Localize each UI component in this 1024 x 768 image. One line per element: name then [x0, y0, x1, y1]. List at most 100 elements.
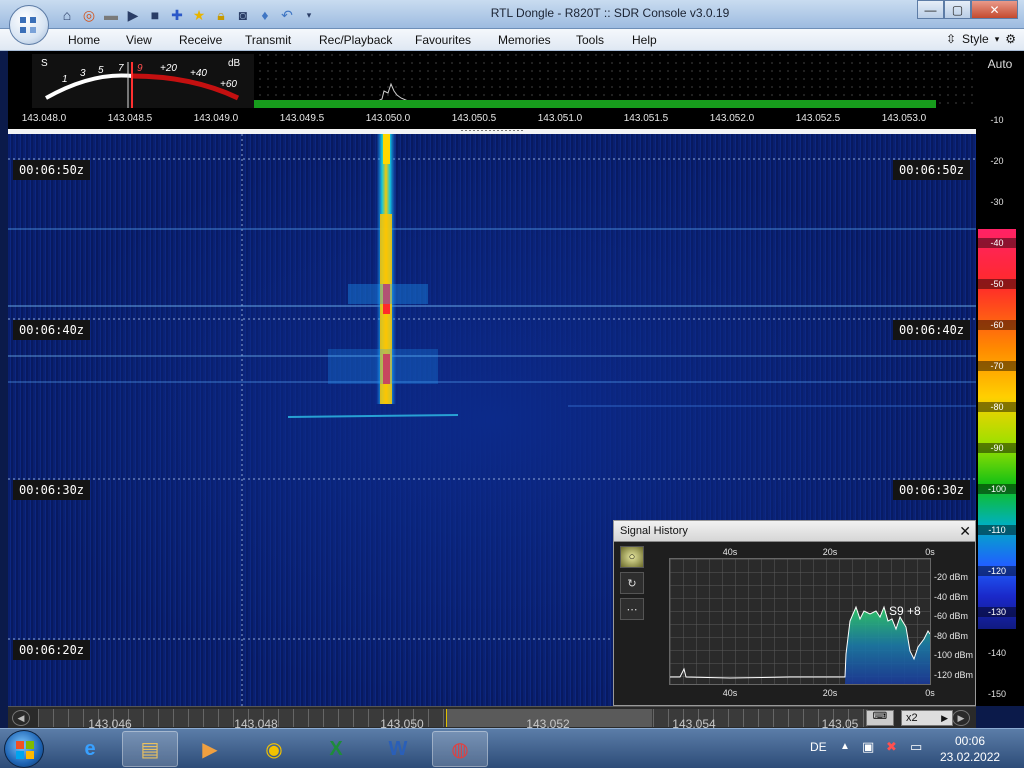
s-meter-tick: 7	[118, 63, 124, 74]
tray-network-icon[interactable]: ✖	[886, 739, 897, 755]
taskbar-chrome-icon[interactable]: ◉	[246, 731, 302, 767]
palette-db-label: -30	[990, 197, 1004, 207]
signal-history-title[interactable]: Signal History ✕	[614, 521, 975, 542]
s-meter-tick: 3	[80, 68, 86, 79]
lifebuoy-icon[interactable]: ◎	[80, 6, 98, 24]
scroll-left-icon[interactable]: ◀	[12, 710, 30, 726]
title-bar: ⌂ ◎ ▬ ▶ ■ ✚ ★ 🔒︎ ◙ ♦ ↶ ▾ RTL Dongle - R8…	[0, 0, 1024, 29]
freq-label: 143.051.5	[623, 113, 669, 124]
camera-icon[interactable]: ◙	[234, 6, 252, 24]
timestamp-left: 00:06:40z	[13, 320, 91, 340]
history-dbm-label: -60 dBm	[934, 611, 969, 621]
stop-icon[interactable]: ■	[146, 6, 164, 24]
spectrum-level-bar	[248, 100, 936, 108]
signal-history-graph	[670, 559, 931, 684]
menu-favourites[interactable]: Favourites	[415, 33, 471, 47]
palette-db-label: -20	[990, 156, 1004, 166]
tray-display-icon[interactable]: ▭	[910, 739, 922, 755]
freq-label: 143.049.5	[279, 113, 325, 124]
signal-history-close-icon[interactable]: ✕	[959, 523, 971, 540]
menu-transmit[interactable]: Transmit	[245, 33, 291, 47]
splitter-grip[interactable]	[460, 129, 524, 132]
menu-memories[interactable]: Memories	[498, 33, 551, 47]
home-icon[interactable]: ⌂	[58, 6, 76, 24]
signal-history-more-button[interactable]: ⋯	[620, 598, 644, 620]
timestamp-right: 00:06:30z	[893, 480, 971, 500]
signal-reading: S9 +8	[889, 604, 921, 618]
menu-recplayback[interactable]: Rec/Playback	[319, 33, 392, 47]
palette-db-label: -40	[978, 238, 1016, 248]
zoom-selector[interactable]: x2 ▶	[901, 710, 953, 726]
s-meter-tick: +60	[220, 79, 237, 90]
frequency-scale[interactable]: 143.048.0 143.048.5 143.049.0 143.049.5 …	[8, 109, 976, 129]
taskbar-word-icon[interactable]: W	[370, 731, 426, 767]
scroll-right-icon[interactable]: ▶	[952, 710, 970, 726]
quick-access-toolbar: ⌂ ◎ ▬ ▶ ■ ✚ ★ 🔒︎ ◙ ♦ ↶ ▾	[58, 5, 318, 25]
minimize-button[interactable]: —	[917, 0, 944, 19]
style-selector[interactable]: ⇳ Style ▾ ⚙	[946, 32, 1016, 46]
history-dbm-label: -80 dBm	[934, 631, 969, 641]
clock-date: 23.02.2022	[940, 750, 1001, 764]
s-meter-tick: +40	[190, 68, 207, 79]
palette-db-label: -60	[978, 320, 1016, 330]
freq-label: 143.048.0	[21, 113, 67, 124]
tray-device-icon[interactable]: ▣	[862, 739, 874, 755]
language-indicator[interactable]: DE	[810, 740, 827, 754]
palette-db-label: -80	[978, 402, 1016, 412]
folder-icon[interactable]: ▬	[102, 6, 120, 24]
history-time-label: 40s	[722, 547, 738, 557]
history-time-label: 20s	[822, 688, 838, 698]
signal-history-reset-button[interactable]: ↻	[620, 572, 644, 594]
menu-help[interactable]: Help	[632, 33, 657, 47]
menu-bar: Home View Receive Transmit Rec/Playback …	[0, 29, 1024, 51]
signal-history-plot	[669, 558, 931, 685]
application-menu-button[interactable]	[9, 5, 49, 45]
freq-label: 143.052.5	[795, 113, 841, 124]
freq-label: 143.050.5	[451, 113, 497, 124]
menu-home[interactable]: Home	[68, 33, 100, 47]
windows-flag-icon	[16, 741, 34, 759]
maximize-button[interactable]: ▢	[944, 0, 971, 19]
start-button[interactable]	[4, 730, 44, 768]
taskbar-sdr-console-icon[interactable]: ◍	[432, 731, 488, 767]
sdr-console-window: ⌂ ◎ ▬ ▶ ■ ✚ ★ 🔒︎ ◙ ♦ ↶ ▾ RTL Dongle - R8…	[0, 0, 1024, 768]
star-icon[interactable]: ★	[190, 6, 208, 24]
signal-history-panel: Signal History ✕ ○ ↻ ⋯ 40s 20s 0s -20 dB…	[613, 520, 976, 706]
palette-db-label: -140	[987, 648, 1006, 658]
qat-dropdown-icon[interactable]: ▾	[300, 6, 318, 24]
tray-expand-icon[interactable]: ▲	[840, 741, 850, 752]
window-controls: — ▢ ✕	[917, 0, 1018, 19]
taskbar-explorer-icon[interactable]: ▤	[122, 731, 178, 767]
settings-gear-icon[interactable]: ⚙	[1005, 32, 1016, 46]
keyboard-icon[interactable]: ⌨	[866, 710, 894, 726]
add-icon[interactable]: ✚	[168, 6, 186, 24]
s-meter-tick: 9	[137, 63, 143, 74]
auto-button[interactable]: Auto	[976, 57, 1024, 71]
system-clock[interactable]: 00:06 23.02.2022	[940, 733, 1000, 765]
palette-db-label: -110	[978, 525, 1016, 535]
close-button[interactable]: ✕	[971, 0, 1018, 19]
menu-tools[interactable]: Tools	[576, 33, 604, 47]
drop-icon[interactable]: ♦	[256, 6, 274, 24]
freq-label: 143.048.5	[107, 113, 153, 124]
palette-db-label: -70	[978, 361, 1016, 371]
play-icon[interactable]: ▶	[124, 6, 142, 24]
taskbar-media-player-icon[interactable]: ▶	[182, 731, 238, 767]
window-title: RTL Dongle - R820T :: SDR Console v3.0.1…	[490, 6, 730, 20]
style-dropdown-icon: ▾	[994, 33, 1000, 44]
taskbar-excel-icon[interactable]: X	[308, 731, 364, 767]
freq-label: 143.052.0	[709, 113, 755, 124]
taskbar-internet-explorer-icon[interactable]: e	[62, 731, 118, 767]
palette-db-label: -100	[978, 484, 1016, 494]
palette-db-label: -90	[978, 443, 1016, 453]
s-meter-dial: S dB 1 3 5 7 9 +20 +40 +60	[41, 58, 241, 108]
signal-history-record-button[interactable]: ○	[620, 546, 644, 568]
undo-icon[interactable]: ↶	[278, 6, 296, 24]
menu-view[interactable]: View	[126, 33, 152, 47]
menu-receive[interactable]: Receive	[179, 33, 222, 47]
application-icon	[20, 17, 36, 33]
clock-time: 00:06	[954, 734, 986, 748]
lock-icon[interactable]: 🔒︎	[212, 6, 230, 24]
s-meter: S dB 1 3 5 7 9 +20 +40 +60	[32, 54, 254, 108]
s-meter-tick: 5	[98, 65, 104, 76]
